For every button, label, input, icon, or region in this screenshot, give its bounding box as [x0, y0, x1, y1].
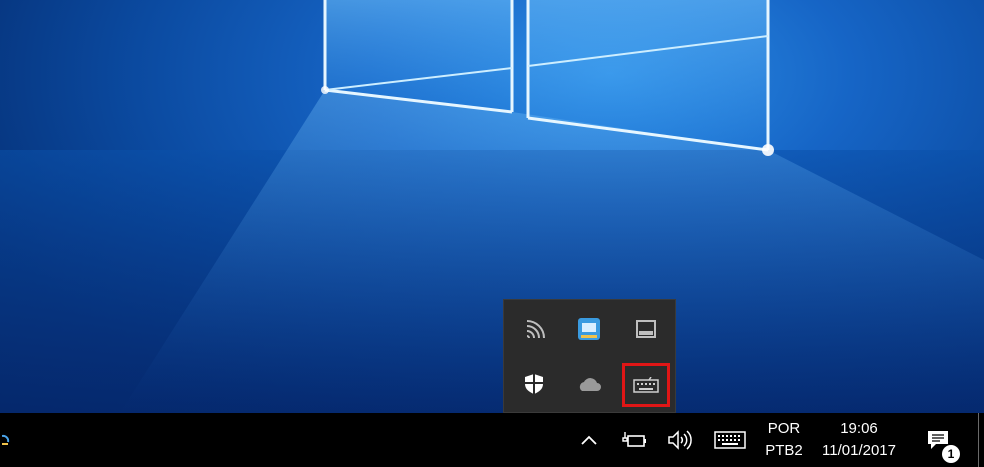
show-hidden-icons-chevron-icon[interactable] — [568, 413, 610, 467]
keyboard-layout-code: PTB2 — [765, 442, 803, 459]
touch-keyboard-icon[interactable] — [622, 363, 670, 407]
wifi-icon[interactable] — [514, 309, 554, 349]
clock-date: 11/01/2017 — [822, 442, 896, 459]
windows-logo-light-beams — [120, 0, 984, 413]
input-language-indicator[interactable]: POR PTB2 — [758, 413, 810, 467]
show-desktop-divider[interactable] — [978, 413, 979, 467]
tablet-icon[interactable] — [626, 309, 666, 349]
touch-keyboard-taskbar-icon[interactable] — [708, 413, 752, 467]
notification-count-badge: 1 — [942, 445, 960, 463]
app-blue-icon[interactable] — [569, 309, 609, 349]
desktop-wallpaper — [0, 0, 984, 413]
clock[interactable]: 19:06 11/01/2017 — [812, 413, 906, 467]
clock-time: 19:06 — [840, 420, 878, 437]
volume-icon[interactable] — [660, 413, 700, 467]
language-code: POR — [767, 420, 801, 437]
hidden-icons-tray-popup — [503, 299, 676, 413]
start-area-fragment[interactable] — [0, 413, 14, 467]
taskbar: POR PTB2 19:06 11/01/2017 1 — [0, 413, 984, 467]
battery-charging-icon[interactable] — [614, 413, 654, 467]
action-center-button[interactable]: 1 — [914, 413, 962, 467]
defender-shield-icon[interactable] — [514, 364, 554, 404]
onedrive-cloud-icon[interactable] — [569, 364, 609, 404]
